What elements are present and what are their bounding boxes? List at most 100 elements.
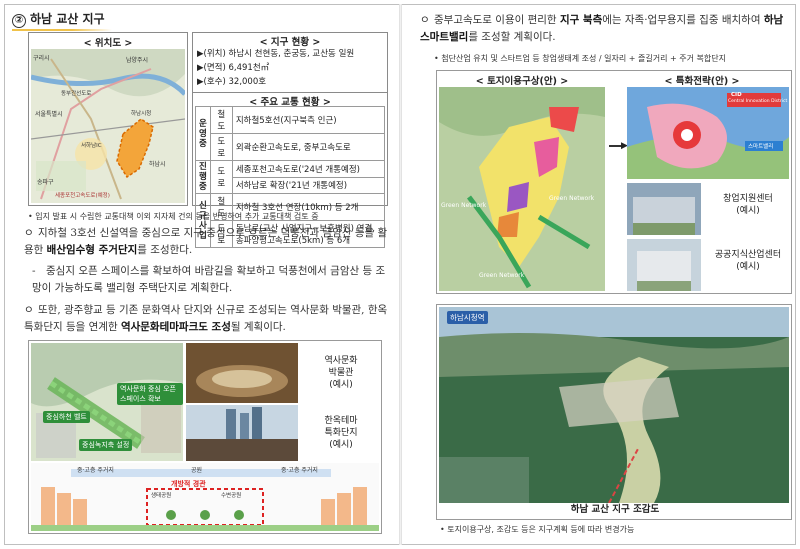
- right-footnote: • 토지이용구상, 조감도 등은 지구계획 등에 따라 변경가능: [440, 525, 635, 534]
- table-row: 도로 외곽순환고속도로, 중부고속도로: [196, 133, 386, 161]
- bullet-marker: ㅇ: [24, 227, 34, 239]
- cid-sublabel: Central Innovation District: [728, 99, 788, 104]
- plan-box: < 토지이용구상(안) > < 특화전략(안) > Green Network …: [436, 70, 792, 294]
- section-diagram: 중·고층 주거지 공원 중·고층 주거지 개방적 경관 생태공원 수변공원: [31, 463, 379, 531]
- green-network-label-2: Green Network: [549, 195, 595, 202]
- smartvalley-label: 스마트밸리: [748, 144, 774, 150]
- label-stream: 중심하천 벨트: [43, 411, 90, 423]
- right-page: ㅇ 중부고속도로 이용이 편리한 지구 북측에는 자족·업무용지를 집중 배치하여…: [410, 8, 792, 540]
- status-units: ▶(호수) 32,000호: [197, 77, 267, 87]
- section-label-right: 중·고층 주거지: [281, 467, 318, 474]
- paragraph-text: 중심지 오픈 스페이스를 확보하여 바람길을 확보하고 덕풍천에서 금암산 등 …: [32, 265, 386, 294]
- land-use-title: < 토지이용구상(안) >: [475, 76, 569, 87]
- aerial-image: 하남시청역: [439, 307, 789, 503]
- museum-caption: 역사문화 박물관 (예시): [324, 356, 358, 390]
- paragraph-2: - 중심지 오픈 스페이스를 확보하여 바람길을 확보하고 덕풍천에서 금암산 등…: [32, 263, 388, 297]
- map-label-songpa: 송파구: [37, 179, 54, 186]
- paragraph-1: ㅇ 지하철 3호선 신설역을 중심으로 지구 중심으로 흐르는 덕풍천과 금암산 …: [24, 225, 388, 259]
- map-label-ic: 서하남IC: [81, 143, 102, 149]
- paragraph-emphasis: 역사문화테마파크도 조성: [120, 321, 231, 333]
- aerial-box: 하남시청역 하남 교산 지구 조감도: [436, 304, 792, 520]
- paragraph-tail: 를 조성할 계획이다.: [468, 31, 556, 43]
- station-tag: 하남시청역: [447, 311, 488, 324]
- right-subnote: • 첨단산업 유치 및 스타트업 등 창업생태계 조성 / 일자리 + 즐길거리…: [434, 54, 726, 63]
- startup-center-image: [627, 183, 701, 235]
- land-use-graphic: [439, 87, 605, 291]
- section-title: ② 하남 교산 지구: [12, 10, 112, 31]
- museum-graphic: [186, 343, 298, 403]
- cid-label: CID: [731, 92, 742, 98]
- bullet-marker: ㅇ: [24, 304, 34, 316]
- paragraph-tail: 를 조성한다.: [137, 244, 193, 256]
- site-plan-image: 역사문화 중심 오픈스페이스 확보 중심하천 벨트 중심녹지축 설정: [31, 343, 183, 461]
- title-underline: [12, 29, 112, 31]
- traffic-box: < 주요 교통 현황 > 운영중 철도 지하철5호선(지구북측 인근) 도로 외…: [192, 92, 388, 248]
- green-network-label-1: Green Network: [441, 202, 487, 209]
- map-label-seoul: 서울특별시: [35, 111, 63, 118]
- land-use-map: Green Network Green Network Green Networ…: [439, 87, 605, 291]
- map-label-cityhall: 하남시청: [131, 111, 152, 117]
- table-row: 운영중 철도 지하철5호선(지구북측 인근): [195, 106, 386, 161]
- status-location: ▶(위치) 하남시 천현동, 춘궁동, 교산동 일원: [197, 49, 355, 59]
- table-row: 진행중 도로 세종포천고속도로('24년 개통예정): [195, 160, 386, 194]
- strategy-title: < 특화전략(안) >: [664, 76, 740, 87]
- location-map-graphic: [31, 49, 185, 203]
- section-label-open: 개방적 경관: [171, 480, 206, 488]
- right-paragraph: ㅇ 중부고속도로 이용이 편리한 지구 북측에는 자족·업무용지를 집중 배치하여…: [420, 12, 786, 46]
- text-cell: 외곽순환고속도로, 중부고속도로: [231, 133, 386, 161]
- paragraph-3: ㅇ 또한, 광주향교 등 기존 문화역사 단지와 신규로 조성되는 역사문화 박물…: [24, 302, 388, 336]
- green-network-label-3: Green Network: [479, 272, 525, 279]
- location-map-box: < 위치도 > 구리시 남양주시 하남시 서울특별시 송파구 세종포천고속도로(…: [28, 32, 188, 206]
- map-label-guri: 구리시: [33, 55, 50, 62]
- strategy-map: CID Central Innovation District 스마트밸리: [627, 87, 789, 179]
- group-label: 진행중: [195, 160, 211, 194]
- group-label: 운영중: [195, 106, 211, 161]
- section-label-water: 수변공원: [221, 493, 242, 499]
- section-number: ②: [12, 14, 26, 28]
- aerial-caption: 하남 교산 지구 조감도: [570, 504, 660, 515]
- status-area: ▶(면적) 6,491천㎡: [197, 63, 270, 73]
- paragraph-emphasis-north: 지구 북측: [559, 14, 603, 26]
- hanok-graphic: [186, 405, 298, 461]
- section-label-eco: 생태공원: [151, 493, 172, 499]
- museum-image: [186, 343, 298, 403]
- illustration-box: 역사문화 중심 오픈스페이스 확보 중심하천 벨트 중심녹지축 설정 역사문화 …: [28, 340, 382, 534]
- section-title-text: 하남 교산 지구: [30, 12, 105, 26]
- hanok-image: [186, 405, 298, 461]
- section-label-park: 공원: [191, 467, 203, 474]
- paragraph-text: 중부고속도로 이용이 편리한: [434, 14, 560, 26]
- bullet-marker: -: [32, 265, 36, 277]
- type-cell: 도로: [209, 133, 233, 161]
- text-cell: 서하남로 확장('21년 개통예정): [231, 176, 386, 194]
- paragraph-emphasis: 배산임수형 주거단지: [46, 244, 138, 256]
- left-page: ② 하남 교산 지구 < 위치도 > 구리시 남양주시 하남시 서울특별시 송파구…: [10, 8, 392, 540]
- location-map: 구리시 남양주시 하남시 서울특별시 송파구 세종포천고속도로(예정) 동부간선…: [31, 49, 185, 203]
- map-label-namyangju: 남양주시: [126, 57, 149, 64]
- knowledge-center-graphic: [627, 239, 701, 291]
- map-label-hanam: 하남시: [149, 161, 166, 168]
- knowledge-center-image: [627, 239, 701, 291]
- type-cell: 철도: [209, 106, 233, 134]
- hanok-caption: 한옥테마 특화단지 (예시): [324, 416, 358, 450]
- status-title: < 지구 현황 >: [259, 37, 321, 48]
- startup-center-caption: 창업지원센터 (예시): [723, 194, 773, 216]
- startup-center-graphic: [627, 183, 701, 235]
- bullet-marker: ㅇ: [420, 14, 430, 26]
- label-greenaxis: 중심녹지축 설정: [79, 439, 133, 451]
- type-cell: 도로: [209, 160, 233, 194]
- text-cell: 세종포천고속도로('24년 개통예정): [231, 160, 386, 178]
- text-cell: 지하철5호선(지구북측 인근): [231, 106, 386, 134]
- paragraph-tail: 될 계획이다.: [230, 321, 286, 333]
- page-spine: [399, 4, 402, 545]
- aerial-graphic: [439, 307, 789, 503]
- location-map-title: < 위치도 >: [83, 38, 133, 49]
- knowledge-center-caption: 공공지식산업센터 (예시): [714, 250, 782, 272]
- status-list: ▶(위치) 하남시 천현동, 춘궁동, 교산동 일원 ▶(면적) 6,491천㎡…: [197, 47, 354, 89]
- label-openspace: 역사문화 중심 오픈스페이스 확보: [117, 383, 183, 405]
- map-label-dongbu: 동부간선도로: [61, 91, 92, 97]
- status-box: < 지구 현황 > ▶(위치) 하남시 천현동, 춘궁동, 교산동 일원 ▶(면…: [192, 32, 388, 94]
- section-label-left: 중·고층 주거지: [77, 467, 114, 474]
- traffic-footnote: • 입지 발표 시 수립한 교통대책 이외 지자체 건의 등을 반영하여 추가 …: [28, 212, 319, 221]
- paragraph-mid: 에는 자족·업무용지를 집중 배치하여: [602, 14, 764, 26]
- map-label-expressway: 세종포천고속도로(예정): [55, 193, 110, 199]
